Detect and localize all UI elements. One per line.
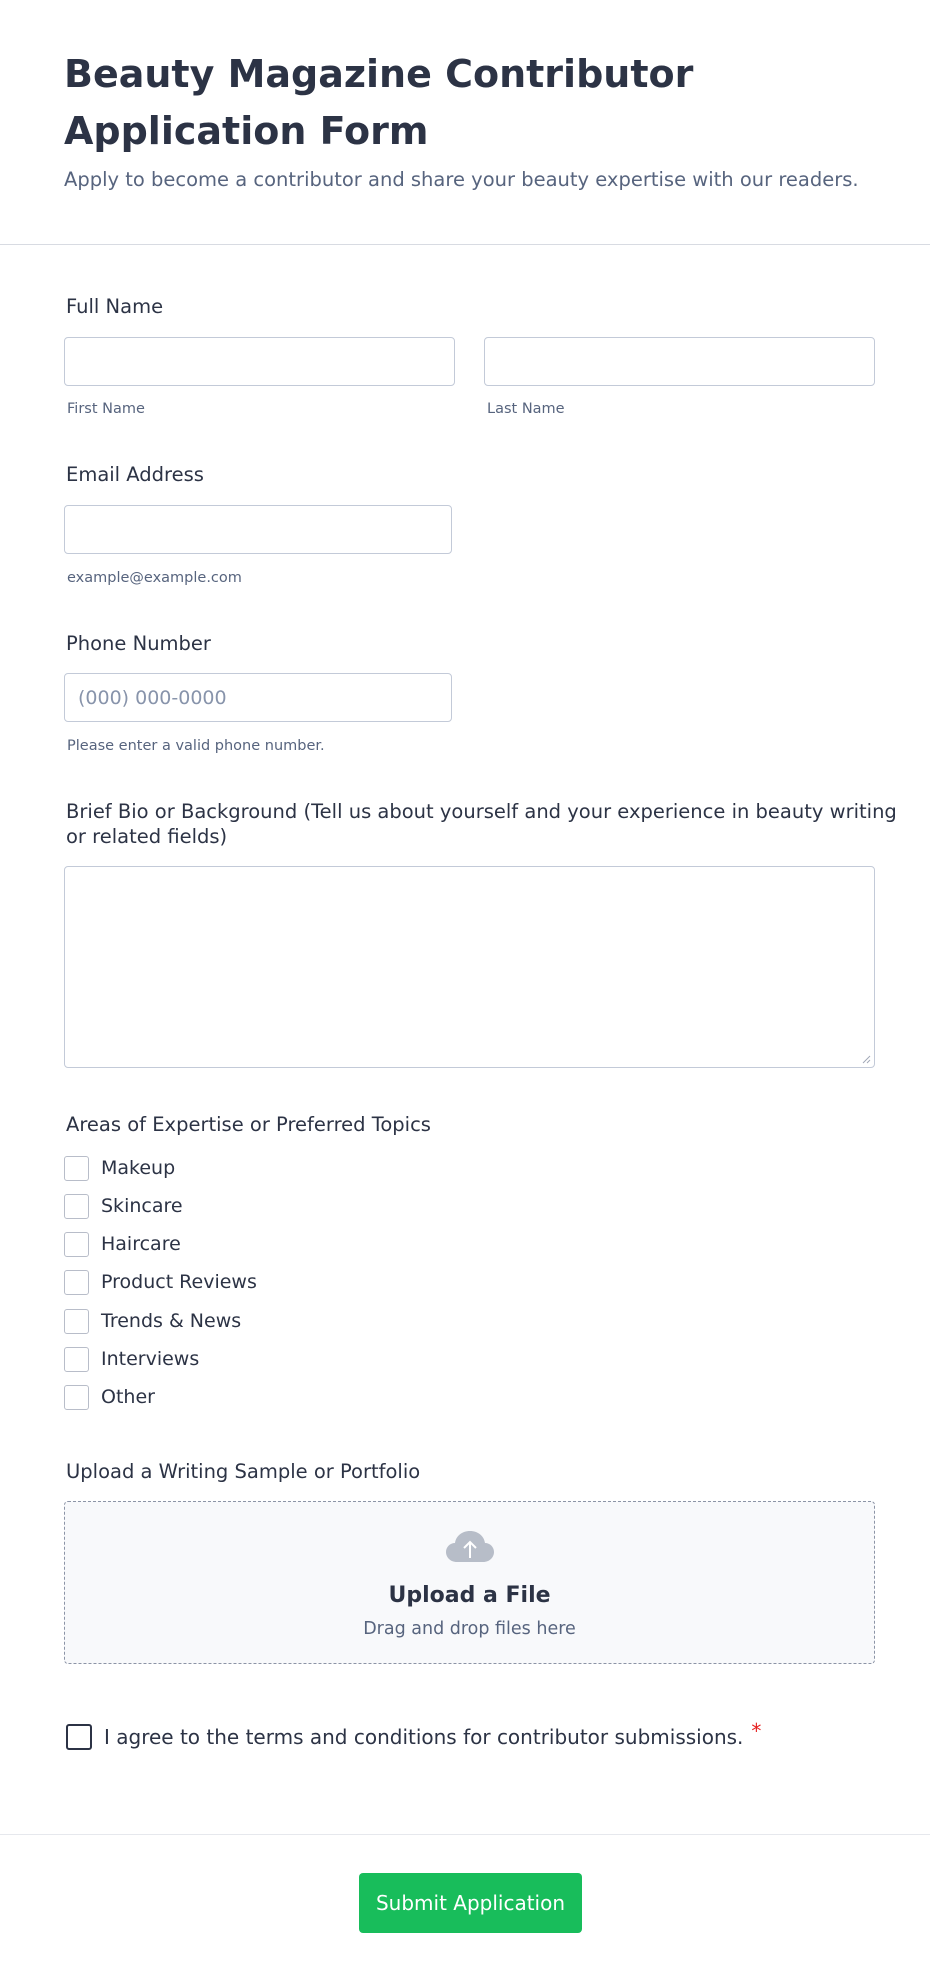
bio-label-line1: Brief Bio or Background (Tell us about y… <box>66 800 897 823</box>
first-name-sublabel: First Name <box>67 401 145 417</box>
full-name-label: Full Name <box>66 295 164 318</box>
expertise-option-interviews[interactable]: Interviews <box>64 1346 199 1372</box>
checkbox[interactable] <box>64 1384 89 1410</box>
bio-label-line2: or related fields) <box>66 825 228 848</box>
phone-sublabel: Please enter a valid phone number. <box>67 738 325 754</box>
email-sublabel: example@example.com <box>67 570 242 586</box>
expertise-option-haircare[interactable]: Haircare <box>64 1231 181 1257</box>
option-label: Makeup <box>101 1157 176 1179</box>
last-name-input[interactable] <box>484 337 875 386</box>
option-label: Trends & News <box>101 1310 242 1332</box>
expertise-option-other[interactable]: Other <box>64 1384 155 1410</box>
upload-label: Upload a Writing Sample or Portfolio <box>66 1460 421 1483</box>
checkbox[interactable] <box>64 1346 89 1372</box>
upload-subtitle: Drag and drop files here <box>363 1619 576 1639</box>
required-asterisk: * <box>751 1719 762 1743</box>
checkbox[interactable] <box>64 1193 89 1219</box>
option-label: Other <box>101 1386 155 1408</box>
expertise-option-makeup[interactable]: Makeup <box>64 1155 175 1181</box>
page-subtitle: Apply to become a contributor and share … <box>64 168 859 191</box>
checkbox[interactable] <box>64 1155 89 1181</box>
first-name-input[interactable] <box>64 337 455 386</box>
phone-field[interactable]: (000) 000-0000 <box>64 673 452 722</box>
email-label: Email Address <box>66 463 204 486</box>
expertise-label: Areas of Expertise or Preferred Topics <box>66 1113 431 1136</box>
last-name-sublabel: Last Name <box>487 401 565 417</box>
phone-label: Phone Number <box>66 632 211 655</box>
expertise-option-trends-news[interactable]: Trends & News <box>64 1308 241 1334</box>
option-label: Skincare <box>101 1195 183 1217</box>
upload-title: Upload a File <box>388 1583 551 1608</box>
expertise-option-skincare[interactable]: Skincare <box>64 1193 183 1219</box>
submit-button[interactable]: Submit Application <box>359 1873 582 1933</box>
expertise-option-product-reviews[interactable]: Product Reviews <box>64 1269 257 1295</box>
bio-textarea[interactable] <box>64 866 875 1068</box>
terms-agreement[interactable]: I agree to the terms and conditions for … <box>66 1719 761 1751</box>
file-upload-dropzone[interactable]: Upload a File Drag and drop files here <box>64 1501 875 1664</box>
terms-label: I agree to the terms and conditions for … <box>104 1725 744 1749</box>
option-label: Interviews <box>101 1348 200 1370</box>
resize-grip-icon[interactable] <box>861 1054 871 1064</box>
phone-placeholder: (000) 000-0000 <box>78 686 227 709</box>
terms-checkbox[interactable] <box>66 1724 92 1750</box>
checkbox[interactable] <box>64 1231 89 1257</box>
checkbox[interactable] <box>64 1269 89 1295</box>
form-footer: Submit Application <box>0 1834 930 1982</box>
email-field[interactable] <box>64 505 452 554</box>
checkbox[interactable] <box>64 1308 89 1334</box>
cloud-upload-icon <box>446 1531 494 1562</box>
option-label: Product Reviews <box>101 1271 257 1293</box>
form-header: Beauty Magazine Contributor Application … <box>0 0 930 245</box>
option-label: Haircare <box>101 1233 181 1255</box>
page-title: Beauty Magazine Contributor Application … <box>64 52 694 153</box>
